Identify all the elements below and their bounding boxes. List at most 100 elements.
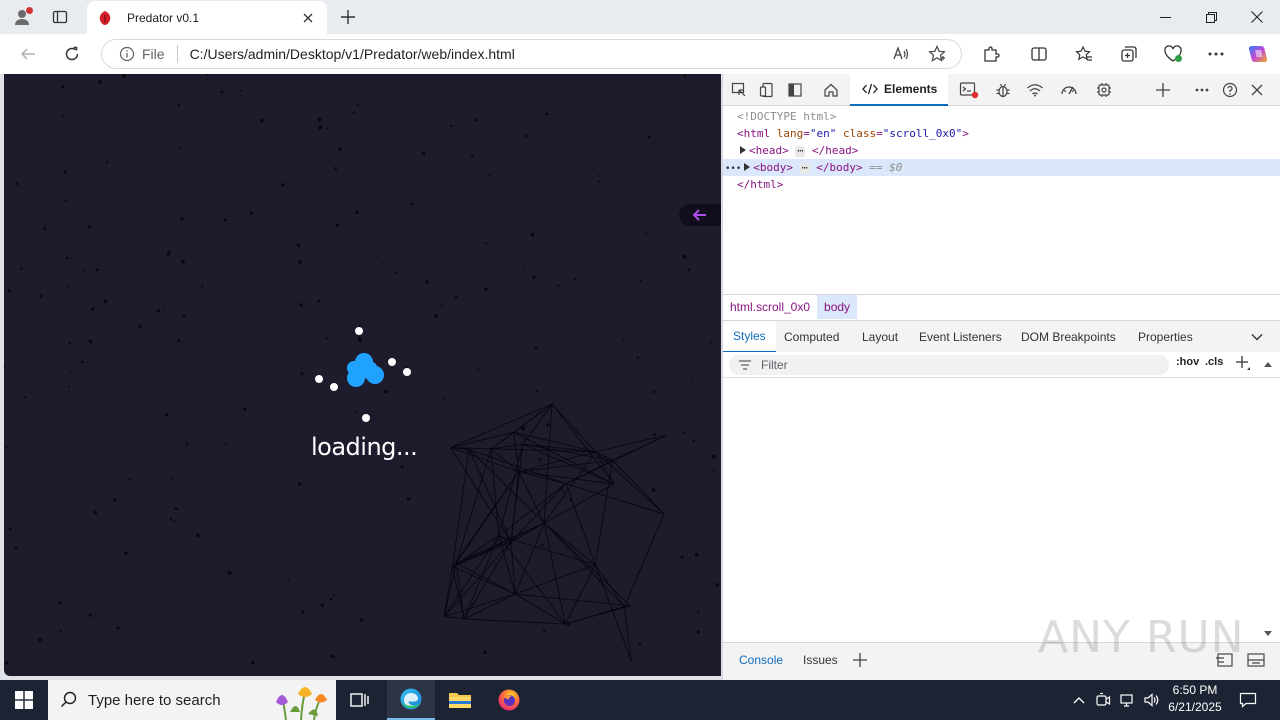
device-emulation-icon[interactable] bbox=[755, 79, 779, 101]
tab-issues[interactable]: Issues bbox=[803, 643, 838, 677]
styles-filter-input[interactable]: Filter bbox=[729, 355, 1169, 375]
back-arrow-icon bbox=[20, 48, 35, 60]
new-style-rule-icon[interactable] bbox=[1235, 355, 1251, 374]
dock-side-icon[interactable] bbox=[783, 79, 807, 101]
chevron-down-icon[interactable] bbox=[1251, 321, 1263, 353]
loader-orbit-dot bbox=[388, 358, 396, 366]
taskbar-firefox[interactable] bbox=[485, 680, 533, 720]
devtools-close-icon[interactable] bbox=[1245, 79, 1269, 101]
memory-chip-icon[interactable] bbox=[1092, 79, 1116, 101]
html-class-attr: class bbox=[843, 127, 877, 140]
new-tab-button[interactable] bbox=[336, 5, 360, 29]
volume-icon[interactable] bbox=[1140, 680, 1162, 720]
tray-overflow-icon[interactable] bbox=[1068, 680, 1090, 720]
tab-elements-label: Elements bbox=[884, 82, 938, 96]
collapsed-ellipsis[interactable]: ⋯ bbox=[799, 163, 810, 174]
browser-essentials-button[interactable] bbox=[1159, 40, 1187, 68]
inspect-element-icon[interactable] bbox=[727, 79, 751, 101]
help-icon[interactable] bbox=[1218, 79, 1242, 101]
styles-scrollbar[interactable] bbox=[1262, 358, 1274, 640]
collections-button[interactable] bbox=[1115, 40, 1143, 68]
side-panel-toggle[interactable] bbox=[679, 204, 721, 226]
settings-menu-button[interactable] bbox=[1202, 40, 1230, 68]
devtools-more-icon[interactable] bbox=[1190, 79, 1214, 101]
row-menu-icon[interactable]: ••• bbox=[725, 164, 741, 174]
add-drawer-tab-icon[interactable] bbox=[853, 643, 867, 677]
expand-triangle-icon[interactable] bbox=[744, 163, 751, 171]
welcome-home-icon[interactable] bbox=[819, 79, 843, 101]
loading-text: loading... bbox=[311, 433, 418, 461]
navigation-bar: File C:/Users/admin/Desktop/v1/Predator/… bbox=[0, 34, 1280, 74]
restore-button[interactable] bbox=[1188, 0, 1234, 34]
sources-bug-icon[interactable] bbox=[991, 79, 1015, 101]
network-icon[interactable] bbox=[1116, 680, 1138, 720]
breadcrumb-html[interactable]: html.scroll_0x0 bbox=[723, 295, 817, 319]
close-window-button[interactable] bbox=[1234, 0, 1280, 34]
browser-tab[interactable]: Predator v0.1 bbox=[87, 1, 327, 34]
minimize-button[interactable] bbox=[1142, 0, 1188, 34]
profile-button[interactable] bbox=[8, 4, 36, 30]
task-view-icon bbox=[350, 693, 369, 707]
loader-orbit-dot bbox=[330, 383, 338, 391]
extensions-button[interactable] bbox=[977, 40, 1005, 68]
read-aloud-icon[interactable] bbox=[889, 42, 913, 66]
url-text[interactable]: C:/Users/admin/Desktop/v1/Predator/web/i… bbox=[190, 46, 877, 62]
tab-elements[interactable]: Elements bbox=[850, 74, 948, 106]
loader-blue-blob bbox=[347, 353, 384, 387]
class-toggle[interactable]: .cls bbox=[1205, 356, 1223, 368]
tab-event-listeners[interactable]: Event Listeners bbox=[919, 321, 1002, 353]
breadcrumb: html.scroll_0x0 body bbox=[723, 294, 1280, 319]
styles-pane[interactable] bbox=[723, 379, 1263, 641]
dom-node-head[interactable]: <head> ⋯ </head> bbox=[723, 142, 1280, 159]
filter-icon bbox=[739, 360, 753, 370]
tab-actions-button[interactable] bbox=[46, 4, 74, 30]
back-button[interactable] bbox=[14, 40, 42, 68]
dock-drawer-icon[interactable] bbox=[1215, 643, 1233, 677]
breadcrumb-body[interactable]: body bbox=[817, 295, 858, 319]
head-close-tag: </head> bbox=[812, 144, 859, 157]
dom-node-body[interactable]: ••• <body> ⋯ </body> == $0 bbox=[723, 159, 1280, 176]
performance-icon[interactable] bbox=[1057, 79, 1081, 101]
taskbar-search-box[interactable]: Type here to search bbox=[48, 680, 336, 720]
collections-icon bbox=[1121, 46, 1137, 62]
address-bar[interactable]: File C:/Users/admin/Desktop/v1/Predator/… bbox=[101, 39, 962, 69]
page-viewport[interactable]: loading... bbox=[4, 74, 721, 676]
firefox-icon bbox=[498, 689, 520, 711]
dom-node-doctype[interactable]: <!DOCTYPE html> bbox=[723, 108, 1280, 125]
taskbar-edge[interactable] bbox=[387, 680, 435, 720]
head-open-tag: <head> bbox=[749, 144, 789, 157]
dom-node-html[interactable]: <html lang="en" class="scroll_0x0"> bbox=[723, 125, 1280, 142]
split-screen-button[interactable] bbox=[1025, 40, 1053, 68]
favorite-star-icon[interactable] bbox=[925, 42, 949, 66]
dom-node-html-close[interactable]: </html> bbox=[723, 176, 1280, 193]
collapsed-ellipsis[interactable]: ⋯ bbox=[795, 146, 806, 157]
taskbar-clock[interactable]: 6:50 PM 6/21/2025 bbox=[1160, 682, 1230, 718]
body-open-tag: <body> bbox=[753, 161, 794, 174]
tab-dom-breakpoints[interactable]: DOM Breakpoints bbox=[1021, 321, 1116, 353]
expand-triangle-icon[interactable] bbox=[740, 146, 746, 154]
tab-properties[interactable]: Properties bbox=[1138, 321, 1193, 353]
refresh-button[interactable] bbox=[58, 40, 86, 68]
hover-state-toggle[interactable]: :hov bbox=[1176, 356, 1199, 368]
tab-close-icon[interactable] bbox=[299, 9, 317, 27]
site-info-icon[interactable] bbox=[118, 45, 136, 63]
start-button[interactable] bbox=[0, 680, 48, 720]
tab-console[interactable]: Console bbox=[739, 643, 783, 677]
add-panel-icon[interactable] bbox=[1151, 79, 1175, 101]
dom-tree[interactable]: <!DOCTYPE html> <html lang="en" class="s… bbox=[723, 106, 1280, 294]
heartbeat-icon bbox=[1164, 45, 1182, 62]
html-close-tag: </html> bbox=[737, 178, 784, 191]
tab-styles[interactable]: Styles bbox=[723, 321, 776, 353]
copilot-button[interactable] bbox=[1244, 40, 1272, 68]
favorites-button[interactable] bbox=[1070, 40, 1098, 68]
undock-drawer-icon[interactable] bbox=[1247, 643, 1265, 677]
tab-layout[interactable]: Layout bbox=[862, 321, 898, 353]
taskbar: Type here to search 6:50 PM 6/21/2025 bbox=[0, 680, 1280, 720]
network-wifi-icon[interactable] bbox=[1023, 79, 1047, 101]
meet-now-icon[interactable] bbox=[1092, 680, 1114, 720]
tab-computed[interactable]: Computed bbox=[784, 321, 839, 353]
console-tab-icon[interactable] bbox=[957, 79, 981, 101]
notifications-icon[interactable] bbox=[1234, 680, 1262, 720]
task-view-button[interactable] bbox=[336, 680, 384, 720]
taskbar-file-explorer[interactable] bbox=[436, 680, 484, 720]
